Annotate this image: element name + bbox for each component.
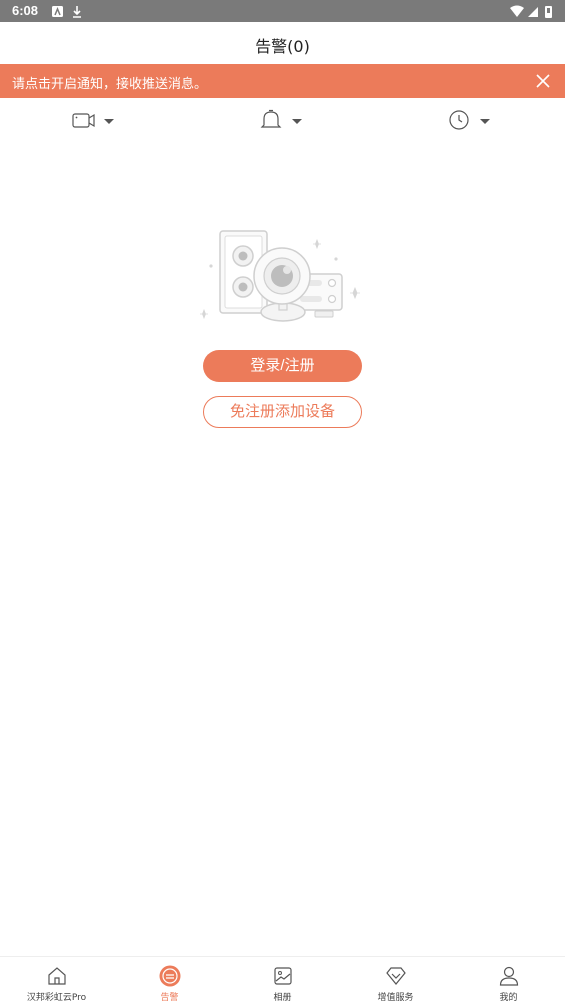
login-register-button[interactable]: 登录/注册 <box>203 350 362 382</box>
empty-state-illustration <box>195 226 370 326</box>
person-icon <box>499 966 519 986</box>
time-filter-dropdown[interactable] <box>448 108 494 134</box>
device-filter-dropdown[interactable] <box>72 108 118 134</box>
chevron-down-icon <box>292 119 302 124</box>
tab-value-added-services[interactable]: 增值服务 <box>339 957 452 1004</box>
chevron-down-icon <box>480 119 490 124</box>
tab-album[interactable]: 相册 <box>226 957 339 1004</box>
notification-icons <box>52 6 81 18</box>
tab-profile[interactable]: 我的 <box>452 957 565 1004</box>
status-bar: 6:08 <box>0 0 565 22</box>
notification-banner[interactable]: 请点击开启通知，接收推送消息。 <box>0 64 565 98</box>
signal-battery-icons <box>510 5 552 18</box>
status-icons-right <box>509 4 555 23</box>
filter-row <box>0 100 565 142</box>
tab-label: 增值服务 <box>377 993 414 1003</box>
tab-alarms[interactable]: 告警 <box>113 957 226 1004</box>
page-title: 告警(0) <box>255 37 310 56</box>
tab-label: 告警 <box>160 993 179 1003</box>
add-device-without-registration-button[interactable]: 免注册添加设备 <box>203 396 362 428</box>
bottom-tab-bar: 汉邦彩虹云Pro 告警 相册 增值服务 我的 <box>0 956 565 1004</box>
status-icons-left <box>52 4 92 23</box>
notification-banner-text[interactable]: 请点击开启通知，接收推送消息。 <box>12 73 207 92</box>
close-icon[interactable] <box>533 71 553 91</box>
tab-label: 我的 <box>499 993 518 1003</box>
tab-label: 汉邦彩虹云Pro <box>26 993 87 1003</box>
title-bar: 告警(0) <box>0 22 565 64</box>
alarm-icon <box>159 965 181 987</box>
clock-icon <box>449 110 469 130</box>
album-icon <box>274 967 292 985</box>
diamond-icon <box>386 967 406 985</box>
camera-icon <box>72 113 95 128</box>
home-icon <box>48 967 66 985</box>
chevron-down-icon <box>104 119 114 124</box>
bell-icon <box>260 109 282 128</box>
status-time: 6:08 <box>12 3 39 18</box>
tab-home[interactable]: 汉邦彩虹云Pro <box>0 957 113 1004</box>
tab-label: 相册 <box>273 993 292 1003</box>
alarm-type-filter-dropdown[interactable] <box>260 108 306 134</box>
